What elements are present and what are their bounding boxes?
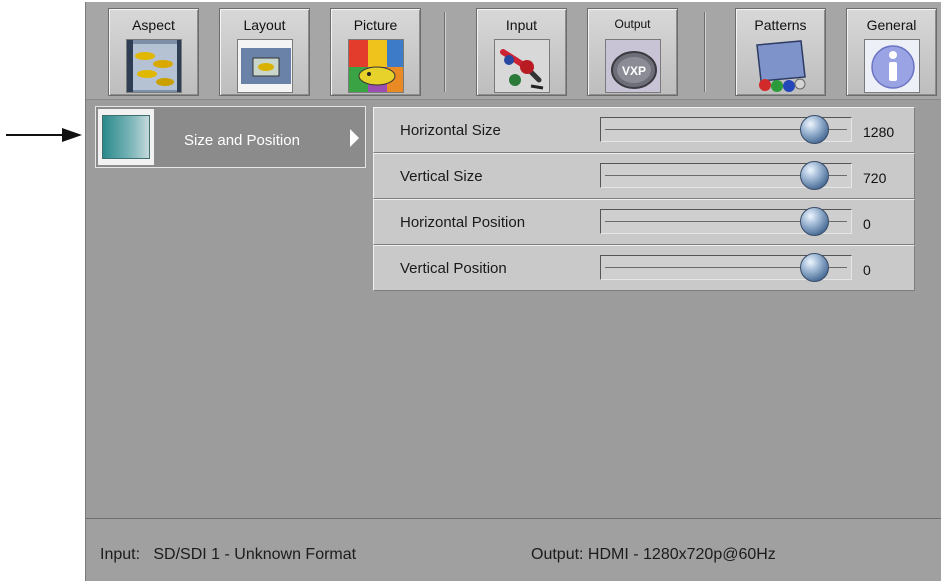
- menu-item-size-and-position[interactable]: Size and Position: [95, 106, 366, 168]
- aspect-label: Aspect: [132, 17, 175, 33]
- aspect-button[interactable]: Aspect: [108, 8, 199, 96]
- horizontal-size-slider[interactable]: [600, 115, 852, 144]
- output-label: Output: [614, 17, 651, 31]
- horizontal-position-value: 0: [863, 216, 871, 232]
- slider-knob[interactable]: [800, 161, 829, 190]
- horizontal-position-row: Horizontal Position 0: [373, 199, 915, 245]
- output-button[interactable]: Output VXP: [587, 8, 678, 96]
- horizontal-size-row: Horizontal Size 1280: [373, 107, 915, 153]
- toolbar-separator: [704, 12, 706, 92]
- picture-icon: [348, 39, 404, 93]
- vertical-position-label: Vertical Position: [400, 260, 507, 277]
- status-bar: Input: SD/SDI 1 - Unknown Format Output:…: [86, 518, 941, 581]
- menu-item-label: Size and Position: [184, 132, 300, 149]
- horizontal-position-slider[interactable]: [600, 207, 852, 236]
- size-position-thumbnail-icon: [98, 109, 154, 165]
- layout-icon: [237, 39, 293, 93]
- horizontal-size-label: Horizontal Size: [400, 122, 501, 139]
- layout-label: Layout: [243, 17, 286, 33]
- chevron-right-icon: [350, 129, 359, 147]
- vertical-position-row: Vertical Position 0: [373, 245, 915, 291]
- vertical-size-slider[interactable]: [600, 161, 852, 190]
- vertical-position-slider[interactable]: [600, 253, 852, 282]
- pointer-arrow-icon: [6, 128, 82, 142]
- patterns-icon: [753, 39, 809, 93]
- slider-knob[interactable]: [800, 115, 829, 144]
- vertical-size-value: 720: [863, 170, 887, 186]
- osd-panel: Aspect Layout Picture Input Output VXP P…: [85, 2, 941, 581]
- patterns-button[interactable]: Patterns: [735, 8, 826, 96]
- slider-knob[interactable]: [800, 253, 829, 282]
- output-vxp-icon: VXP: [605, 39, 661, 93]
- general-button[interactable]: General: [846, 8, 937, 96]
- horizontal-size-value: 1280: [863, 124, 895, 140]
- picture-button[interactable]: Picture: [330, 8, 421, 96]
- input-cable-icon: [494, 39, 550, 93]
- top-toolbar: Aspect Layout Picture Input Output VXP P…: [86, 2, 941, 100]
- svg-text:VXP: VXP: [622, 64, 646, 78]
- slider-knob[interactable]: [800, 207, 829, 236]
- info-icon: [864, 39, 920, 93]
- input-status-text: Input: SD/SDI 1 - Unknown Format: [100, 546, 357, 563]
- vertical-size-label: Vertical Size: [400, 168, 483, 185]
- general-label: General: [866, 17, 917, 33]
- layout-button[interactable]: Layout: [219, 8, 310, 96]
- input-button[interactable]: Input: [476, 8, 567, 96]
- vertical-size-row: Vertical Size 720: [373, 153, 915, 199]
- toolbar-separator: [444, 12, 446, 92]
- input-label: Input: [505, 17, 538, 33]
- vertical-position-value: 0: [863, 262, 871, 278]
- horizontal-position-label: Horizontal Position: [400, 214, 526, 231]
- patterns-label: Patterns: [754, 17, 807, 33]
- picture-label: Picture: [353, 17, 398, 33]
- aspect-icon: [126, 39, 182, 93]
- output-status-text: Output: HDMI - 1280x720p@60Hz: [531, 546, 776, 563]
